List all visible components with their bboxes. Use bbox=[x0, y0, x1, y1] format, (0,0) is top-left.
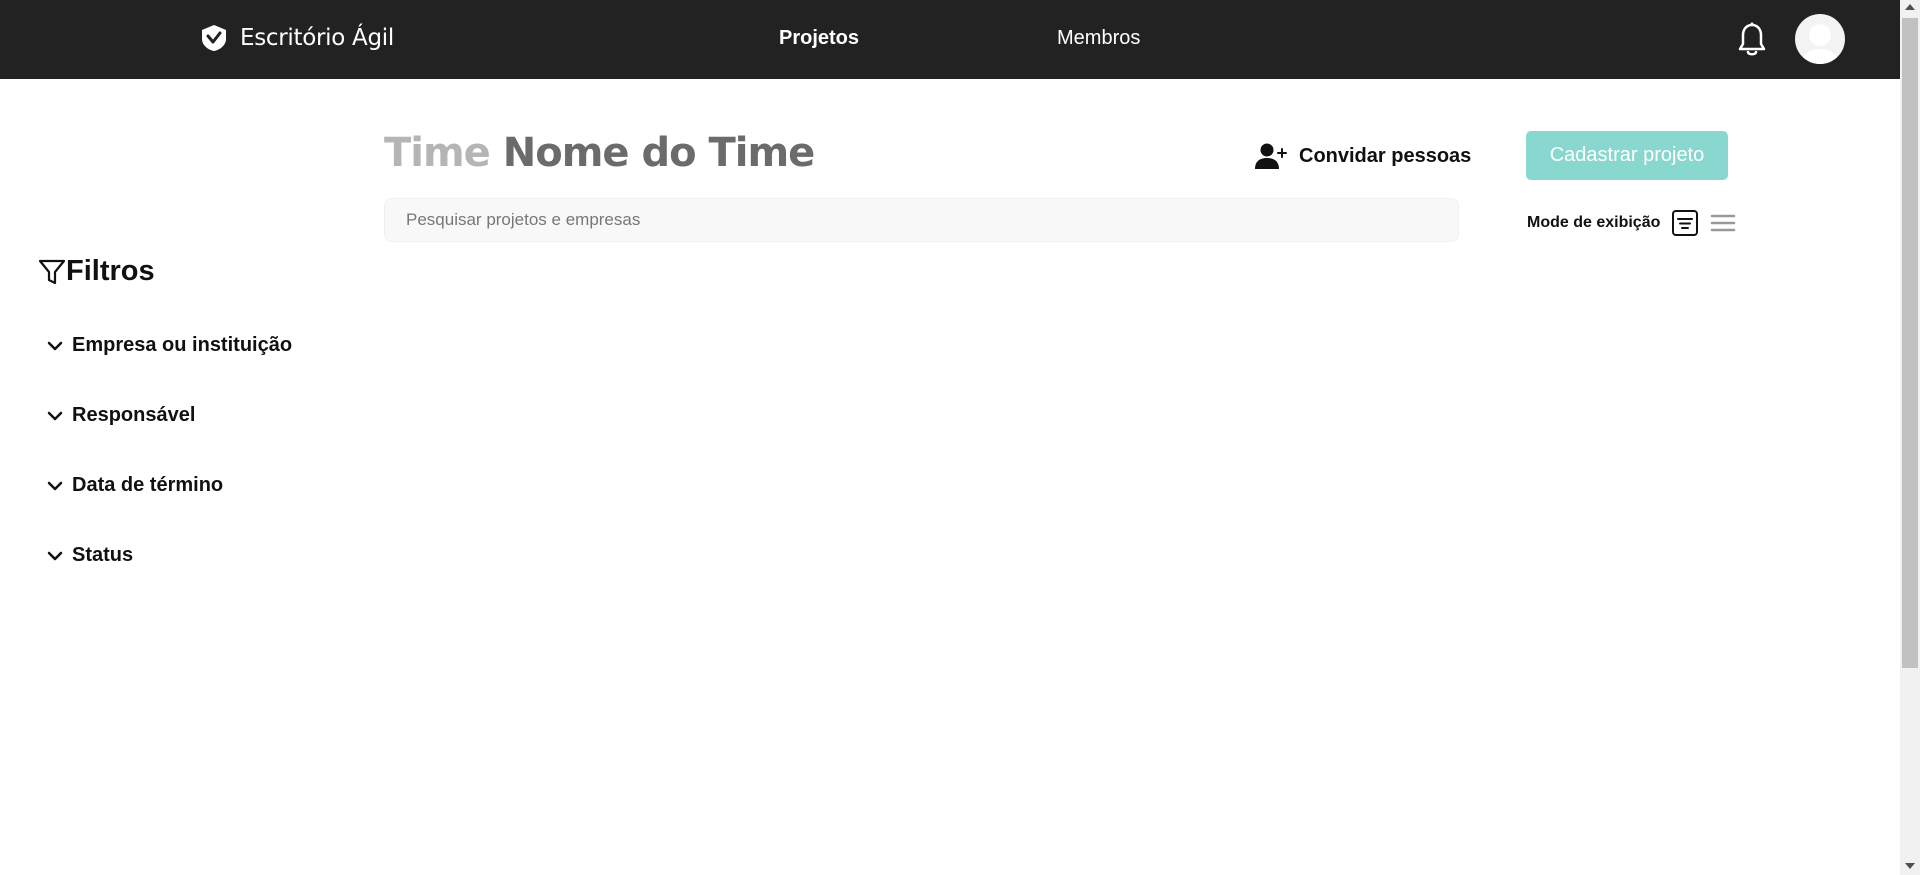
brand-name: Escritório Ágil bbox=[240, 25, 394, 51]
nav-members[interactable]: Membros bbox=[1057, 27, 1140, 50]
user-avatar-icon[interactable] bbox=[1795, 14, 1845, 64]
bell-icon[interactable] bbox=[1737, 22, 1767, 58]
filter-label: Empresa ou instituição bbox=[72, 334, 293, 356]
chevron-down-icon bbox=[47, 341, 63, 350]
brand-logo[interactable]: Escritório Ágil bbox=[200, 24, 394, 52]
page-title: Time Nome do Time bbox=[384, 130, 816, 176]
create-project-button[interactable]: Cadastrar projeto bbox=[1526, 131, 1728, 180]
filter-label: Responsável bbox=[72, 404, 196, 426]
scroll-up-arrow-icon[interactable] bbox=[1905, 4, 1915, 10]
filter-funnel-icon bbox=[38, 259, 66, 284]
cards-icon[interactable] bbox=[1672, 210, 1699, 236]
scroll-down-arrow-icon[interactable] bbox=[1905, 863, 1915, 869]
add-user-icon bbox=[1255, 143, 1287, 169]
team-label: Time bbox=[384, 130, 491, 176]
filter-status[interactable]: Status bbox=[46, 544, 133, 567]
avatar-silhouette bbox=[1800, 24, 1840, 64]
chevron-down-icon bbox=[47, 551, 63, 560]
top-navigation-bar: Escritório Ágil Projetos Membros bbox=[0, 0, 1900, 79]
filters-panel: Filtros Empresa ou instituição Responsáv… bbox=[38, 255, 292, 566]
search-input[interactable] bbox=[384, 198, 1459, 242]
filters-header: Filtros bbox=[38, 255, 155, 288]
invite-people-button[interactable]: Convidar pessoas bbox=[1255, 142, 1471, 170]
chevron-down-icon bbox=[47, 481, 63, 490]
shield-check-icon bbox=[202, 25, 226, 51]
team-name: Nome do Time bbox=[502, 130, 816, 176]
view-mode-label: Mode de exibição bbox=[1527, 214, 1661, 231]
filter-label: Data de término bbox=[72, 474, 224, 496]
nav-projects[interactable]: Projetos bbox=[779, 27, 859, 50]
scroll-thumb[interactable] bbox=[1902, 18, 1918, 668]
filter-end-date[interactable]: Data de término bbox=[46, 474, 223, 497]
list-icon[interactable] bbox=[1710, 210, 1736, 236]
view-mode-switcher: Mode de exibição bbox=[1527, 210, 1736, 236]
page-scrollbar[interactable] bbox=[1900, 0, 1920, 875]
invite-people-label: Convidar pessoas bbox=[1299, 144, 1472, 167]
chevron-down-icon bbox=[47, 411, 63, 420]
filter-company[interactable]: Empresa ou instituição bbox=[46, 334, 292, 357]
filters-title: Filtros bbox=[66, 255, 155, 287]
filter-responsible[interactable]: Responsável bbox=[46, 404, 195, 427]
filter-label: Status bbox=[72, 544, 134, 566]
